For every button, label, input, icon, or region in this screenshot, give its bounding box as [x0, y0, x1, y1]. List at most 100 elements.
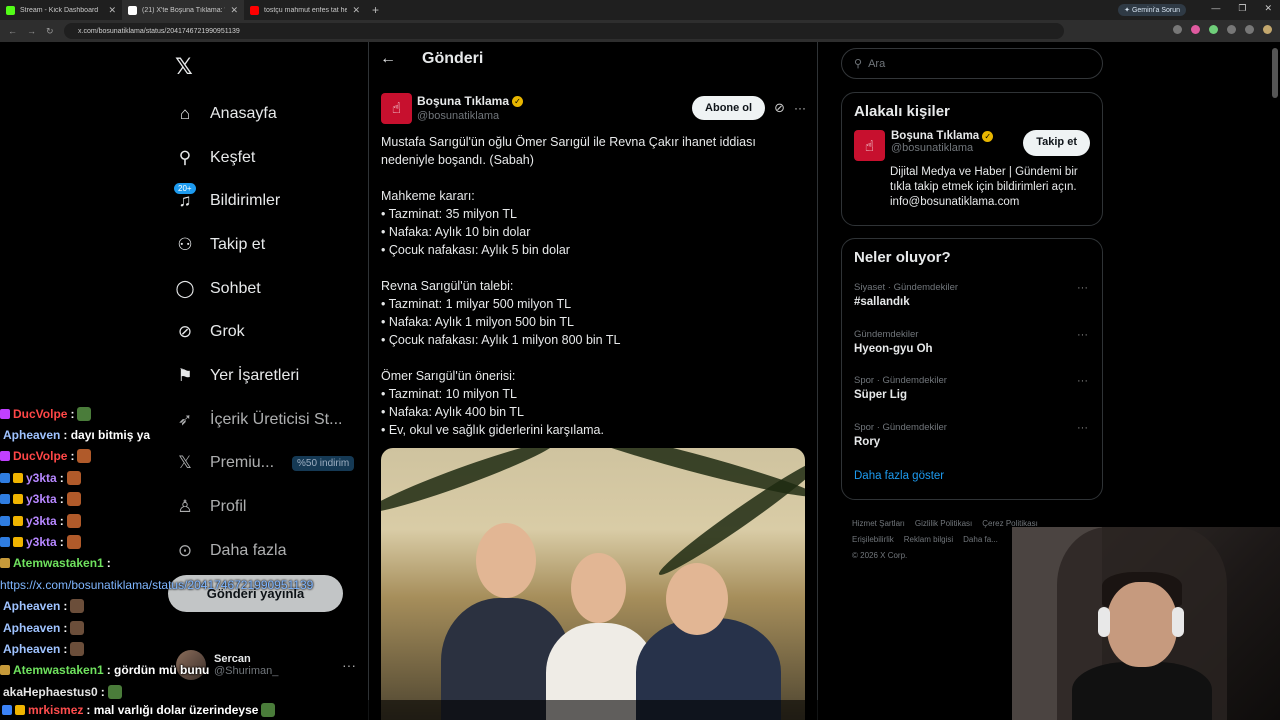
- trend-category: Gündemdekiler: [854, 328, 919, 340]
- back-nav-icon[interactable]: ←: [8, 26, 17, 37]
- author-handle[interactable]: @bosunatiklama: [417, 110, 523, 122]
- tweet-line: • Nafaka: Aylık 400 bin TL: [381, 405, 524, 419]
- chat-text: :: [59, 513, 64, 528]
- download-icon[interactable]: [1245, 25, 1254, 34]
- chat-message: Apheaven: dayı bitmiş ya: [0, 424, 360, 445]
- trends-title: Neler oluyor?: [854, 249, 951, 266]
- extension-icons: [1173, 25, 1272, 34]
- nav-item-label: Grok: [210, 323, 245, 341]
- minimize-icon[interactable]: —: [1211, 3, 1220, 14]
- show-more-link[interactable]: Daha fazla göster: [842, 466, 1102, 494]
- nav-item-6[interactable]: ⚑ Yer İşaretleri: [174, 354, 364, 398]
- tweet-photo[interactable]: [381, 448, 805, 720]
- tab-close-icon[interactable]: ✕: [230, 5, 238, 16]
- chat-message: y3kta:: [0, 467, 360, 488]
- stream-chat-overlay: DucVolpe: Apheaven: dayı bitmiş ya DucVolp…: [0, 403, 360, 702]
- grok-icon: ⊘: [177, 322, 193, 342]
- chat-message: DucVolpe:: [0, 446, 360, 467]
- nav-item-2[interactable]: ♫ Bildirimler 20+: [174, 179, 364, 223]
- related-handle[interactable]: @bosunatiklama: [891, 142, 993, 154]
- browser-tab[interactable]: (21) X'te Boşuna Tıklama: "Mus... ✕: [122, 0, 244, 20]
- forward-nav-icon[interactable]: →: [27, 26, 36, 37]
- nav-item-5[interactable]: ⊘ Grok: [174, 310, 364, 354]
- close-window-icon[interactable]: ✕: [1264, 3, 1272, 14]
- chat-text: :: [63, 641, 68, 656]
- gemini-button[interactable]: ✦ Gemini'a Sorun: [1118, 4, 1186, 16]
- chat-badge-icon: [0, 472, 10, 483]
- search-icon: ⚲: [854, 58, 863, 70]
- chat-text: :: [70, 449, 75, 464]
- nav-item-1[interactable]: ⚲ Keşfet: [174, 136, 364, 180]
- restore-icon[interactable]: ❐: [1238, 3, 1246, 14]
- trend-item[interactable]: Spor · Gündemdekiler Rory ···: [842, 420, 1102, 467]
- chat-message: Atemwastaken1:: [0, 553, 360, 574]
- footer-link[interactable]: Gizlilik Politikası: [915, 519, 972, 528]
- chat-username: y3kta: [26, 492, 57, 507]
- more-icon[interactable]: ···: [794, 101, 806, 115]
- extension-icon[interactable]: [1173, 25, 1182, 34]
- chat-badge-icon: [0, 451, 10, 462]
- author-name[interactable]: Boşuna Tıklama: [417, 94, 509, 108]
- scrollbar[interactable]: [1272, 48, 1278, 98]
- subscribe-button[interactable]: Abone ol: [692, 96, 766, 120]
- chat-message: y3kta:: [0, 489, 360, 510]
- x-logo-icon[interactable]: 𝕏: [175, 54, 193, 80]
- chat-message: Apheaven:: [0, 617, 360, 638]
- back-arrow-icon[interactable]: ←: [380, 50, 396, 68]
- chat-username: DucVolpe: [13, 449, 68, 464]
- page-title: Gönderi: [422, 50, 484, 67]
- trend-name: #sallandık: [854, 296, 910, 308]
- tweet-line: Ömer Sarıgül'ün önerisi:: [381, 369, 516, 383]
- extension-icon[interactable]: [1209, 25, 1218, 34]
- trend-name: Hyeon-gyu Oh: [854, 342, 933, 355]
- footer-link[interactable]: Hizmet Şartları: [852, 519, 905, 528]
- tweet-author: ☝ Boşuna Tıklama ✓ @bosunatiklama Abone o…: [381, 92, 806, 124]
- home-icon: ⌂: [179, 103, 191, 123]
- trend-item[interactable]: Gündemdekiler Hyeon-gyu Oh ···: [842, 327, 1102, 374]
- tab-close-icon[interactable]: ✕: [352, 5, 360, 16]
- reload-icon[interactable]: ↻: [46, 26, 54, 37]
- notification-badge: 20+: [174, 183, 196, 195]
- nav-item-0[interactable]: ⌂ Anasayfa: [174, 92, 364, 136]
- trend-item[interactable]: Spor · Gündemdekiler Süper Lig ···: [842, 373, 1102, 420]
- chat-message: Apheaven:: [0, 638, 360, 659]
- related-name[interactable]: Boşuna Tıklama: [891, 130, 979, 142]
- new-tab-button[interactable]: +: [366, 3, 385, 17]
- trend-item[interactable]: Siyaset · Gündemdekiler #sallandık ···: [842, 280, 1102, 327]
- nav-item-4[interactable]: ◯ Sohbet: [174, 267, 364, 311]
- more-icon[interactable]: ···: [1077, 375, 1088, 387]
- author-avatar[interactable]: ☝: [381, 92, 412, 124]
- footer-link[interactable]: Reklam bilgisi: [904, 535, 953, 544]
- chat-message: y3kta:: [0, 510, 360, 531]
- footer-link[interactable]: © 2026 X Corp.: [852, 551, 907, 560]
- chat-link[interactable]: https://x.com/bosunatiklama/status/20417…: [0, 578, 313, 592]
- tweet-text: Mustafa Sarıgül'ün oğlu Ömer Sarıgül ile…: [381, 133, 806, 439]
- more-icon[interactable]: ···: [1077, 422, 1088, 434]
- footer-link[interactable]: Daha fa...: [963, 535, 998, 544]
- chat-username: DucVolpe: [13, 406, 68, 421]
- more-icon[interactable]: ···: [1077, 329, 1088, 341]
- nav-item-label: Sohbet: [210, 279, 261, 297]
- chat-badge-icon: [0, 665, 10, 676]
- related-avatar[interactable]: ☝: [854, 130, 885, 161]
- follow-button[interactable]: Takip et: [1023, 130, 1090, 156]
- browser-tab[interactable]: tostçu mahmut enfes tat her ya... ✕: [244, 0, 366, 20]
- more-icon[interactable]: ···: [1077, 282, 1088, 294]
- sub-badge-icon: [2, 705, 12, 715]
- tab-label: (21) X'te Boşuna Tıklama: "Mus...: [142, 6, 225, 14]
- tab-close-icon[interactable]: ✕: [108, 5, 116, 16]
- nav-item-3[interactable]: ⚇ Takip et: [174, 223, 364, 267]
- follow-icon: ⚇: [177, 234, 193, 254]
- webcam-overlay: [1012, 527, 1280, 720]
- profile-avatar-icon[interactable]: [1263, 25, 1272, 34]
- extension-icon[interactable]: [1191, 25, 1200, 34]
- grok-icon[interactable]: ⊘: [774, 100, 785, 116]
- footer-link[interactable]: Erişilebilirlik: [852, 535, 894, 544]
- related-bio: Dijital Medya ve Haber | Gündemi bir tık…: [890, 166, 1078, 208]
- emote-icon: [77, 449, 92, 464]
- address-bar[interactable]: x.com/bosunatiklama/status/2041746721990…: [64, 23, 1064, 39]
- search-input[interactable]: ⚲ Ara: [841, 48, 1103, 79]
- chat-username: akaHephaestus0: [3, 684, 98, 699]
- extension-icon[interactable]: [1227, 25, 1236, 34]
- browser-tab[interactable]: Stream - Kick Dashboard ✕: [0, 0, 122, 20]
